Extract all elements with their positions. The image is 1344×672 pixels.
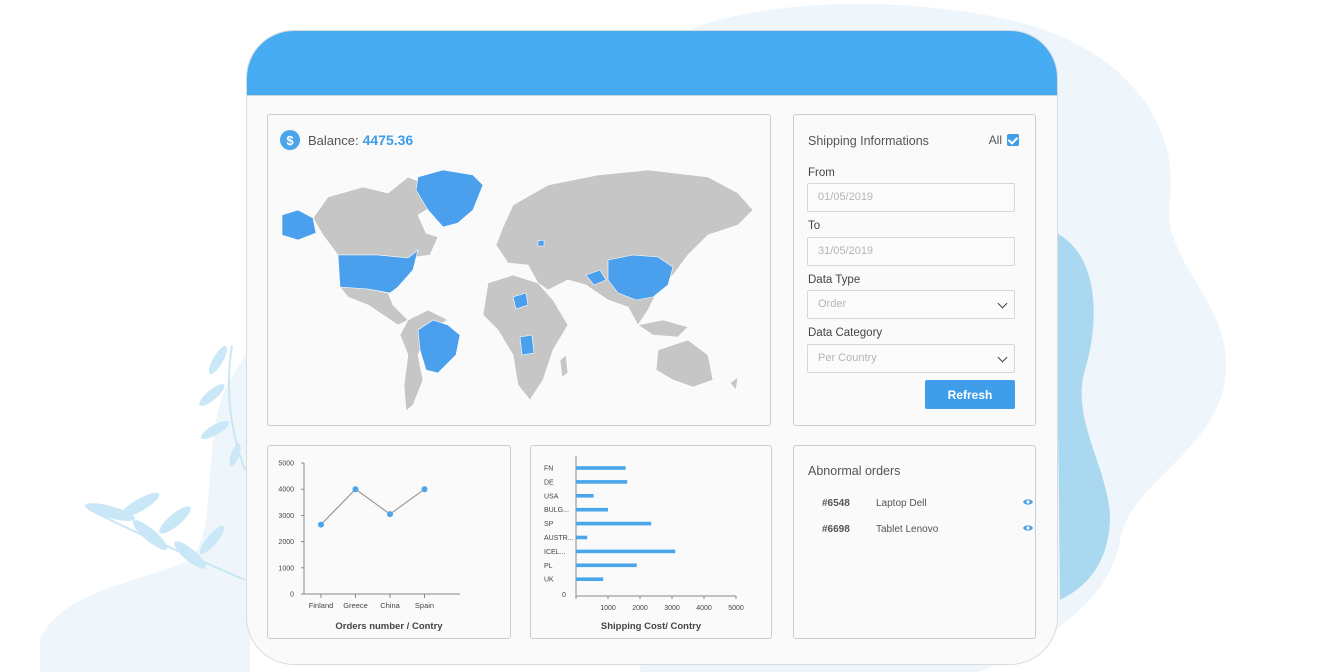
from-label: From: [808, 167, 835, 179]
refresh-button[interactable]: Refresh: [925, 380, 1015, 409]
app-window: $ Balance: 4475.36 Shipping Informations…: [246, 30, 1058, 665]
x-tick-label: Finland: [309, 601, 334, 610]
map-alaska: [281, 209, 317, 241]
map-mexico: [339, 286, 409, 326]
order-id: #6698: [822, 524, 850, 535]
bar: [576, 507, 608, 512]
x-tick-label: China: [380, 601, 400, 610]
world-map[interactable]: [268, 115, 772, 427]
map-islands: [637, 319, 689, 338]
y-category-label: FN: [544, 466, 553, 473]
app-header: [247, 31, 1057, 96]
y-tick-label: 1000: [278, 565, 294, 572]
x-tick-label: 5000: [728, 605, 744, 612]
y-tick-label: 0: [290, 592, 294, 599]
from-date-field[interactable]: 01/05/2019: [807, 183, 1015, 212]
x-tick-label: Spain: [415, 601, 434, 610]
data-point: [352, 486, 359, 493]
abnormal-orders-panel: Abnormal orders #6548 Laptop Dell #6698 …: [793, 445, 1036, 639]
y-tick-label: 4000: [278, 487, 294, 494]
map-brazil: [417, 319, 461, 374]
y-category-label: DE: [544, 479, 554, 486]
orders-chart-title: Orders number / Contry: [335, 621, 443, 632]
order-row[interactable]: #6698 Tablet Lenovo: [822, 524, 1033, 535]
all-toggle[interactable]: All: [989, 133, 1019, 147]
x-tick-label: 4000: [696, 605, 712, 612]
x-tick-label: 3000: [664, 605, 680, 612]
bar: [576, 549, 676, 554]
x-tick-label: 0: [562, 592, 566, 599]
data-type-label: Data Type: [808, 274, 861, 286]
series-line: [320, 488, 425, 525]
eye-icon[interactable]: [1022, 523, 1034, 533]
map-card: $ Balance: 4475.36: [267, 114, 771, 426]
data-category-label: Data Category: [808, 327, 883, 339]
chevron-down-icon: [997, 352, 1008, 363]
data-category-select[interactable]: Per Country: [807, 344, 1015, 373]
orders-line-chart: 0 1000 2000 3000 4000 5000 Finland Greece China S…: [278, 461, 460, 610]
order-id: #6548: [822, 498, 850, 509]
x-tick-label: 2000: [632, 605, 648, 612]
chevron-down-icon: [997, 298, 1008, 309]
y-category-label: SP: [544, 521, 554, 528]
to-label: To: [808, 220, 821, 232]
y-category-label: PL: [544, 563, 553, 570]
all-label: All: [988, 133, 1002, 147]
shipping-cost-bar-chart: 0 1000 2000 3000 4000 5000 FN DE USA BULG... SP AUS…: [544, 456, 744, 612]
data-point: [318, 521, 324, 528]
orders-chart-card: 0 1000 2000 3000 4000 5000 Finland Greece China S…: [267, 445, 511, 639]
y-tick-label: 3000: [278, 513, 294, 520]
y-category-label: USA: [544, 493, 559, 500]
map-greenland: [415, 169, 484, 228]
order-name: Tablet Lenovo: [876, 524, 939, 535]
data-point: [421, 486, 428, 493]
bar: [576, 466, 626, 470]
y-tick-label: 5000: [278, 461, 294, 468]
map-australia: [655, 339, 714, 388]
data-type-value: Order: [818, 298, 847, 310]
to-date-field[interactable]: 31/05/2019: [807, 237, 1015, 266]
bar: [576, 480, 628, 484]
all-checkbox[interactable]: [1007, 134, 1019, 146]
x-tick-label: 1000: [600, 605, 616, 612]
shipping-cost-chart-title: Shipping Cost/ Contry: [600, 621, 702, 632]
order-row[interactable]: #6548 Laptop Dell: [822, 498, 1033, 509]
y-category-label: AUSTR...: [544, 535, 574, 542]
bar: [576, 563, 637, 568]
eye-icon[interactable]: [1022, 497, 1034, 507]
abnormal-orders-title: Abnormal orders: [808, 464, 901, 478]
bar: [576, 577, 604, 581]
y-tick-label: 2000: [278, 539, 294, 546]
x-tick-label: Greece: [343, 601, 368, 610]
bar: [576, 494, 594, 498]
bar: [576, 535, 588, 540]
shipping-cost-chart-card: 0 1000 2000 3000 4000 5000 FN DE USA BULG... SP AUS…: [530, 445, 772, 639]
map-angola: [519, 334, 535, 356]
data-type-select[interactable]: Order: [807, 290, 1015, 319]
map-switzerland: [537, 239, 545, 247]
data-category-value: Per Country: [818, 352, 877, 364]
bar: [576, 521, 652, 526]
data-point: [387, 511, 393, 518]
y-category-label: ICEL...: [544, 549, 565, 556]
shipping-title: Shipping Informations: [808, 134, 929, 148]
y-category-label: BULG...: [544, 507, 569, 514]
shipping-panel: Shipping Informations All From 01/05/201…: [793, 114, 1036, 426]
order-name: Laptop Dell: [876, 498, 927, 509]
y-category-label: UK: [544, 577, 554, 584]
